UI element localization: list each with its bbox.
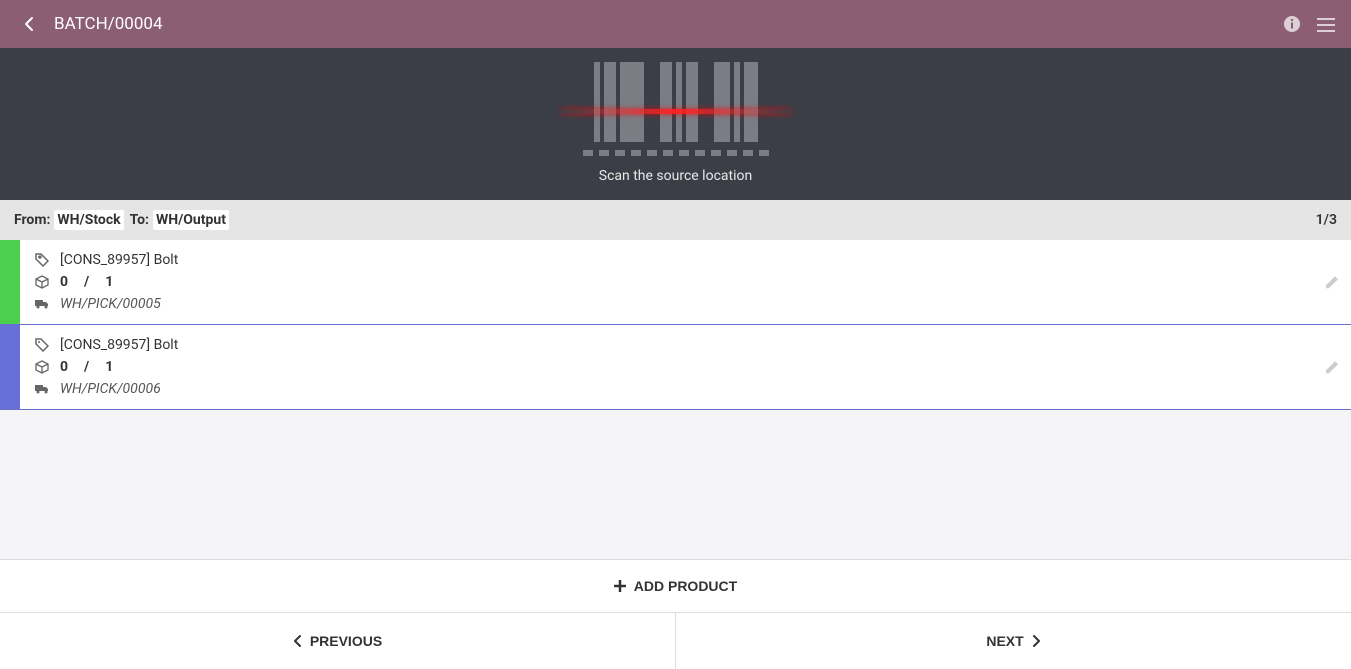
next-button[interactable]: NEXT bbox=[676, 613, 1351, 669]
item-pick-ref: WH/PICK/00006 bbox=[60, 381, 161, 397]
list-item[interactable]: [CONS_89957] Bolt 0 / 1 WH/PICK/00005 bbox=[0, 240, 1351, 325]
menu-button[interactable] bbox=[1317, 16, 1335, 31]
hamburger-icon bbox=[1317, 18, 1335, 32]
chevron-right-icon bbox=[1032, 634, 1041, 648]
edit-item-button[interactable] bbox=[1325, 359, 1339, 374]
to-value: WH/Output bbox=[153, 210, 229, 230]
info-icon bbox=[1283, 15, 1301, 33]
pencil-icon bbox=[1325, 276, 1339, 290]
page-counter: 1/3 bbox=[1316, 212, 1337, 228]
qty-separator: / bbox=[84, 274, 89, 290]
add-product-button[interactable]: ADD PRODUCT bbox=[0, 560, 1351, 613]
page-total: 3 bbox=[1329, 212, 1337, 228]
barcode-graphic bbox=[576, 62, 776, 152]
item-color-indicator bbox=[0, 325, 20, 409]
tag-icon bbox=[34, 253, 50, 267]
page-title: BATCH/00004 bbox=[54, 14, 1283, 34]
truck-icon bbox=[34, 383, 50, 395]
from-label: From: bbox=[14, 212, 50, 228]
app-header: BATCH/00004 bbox=[0, 0, 1351, 48]
previous-label: PREVIOUS bbox=[310, 633, 382, 649]
add-product-label: ADD PRODUCT bbox=[634, 578, 737, 594]
chevron-left-icon bbox=[293, 634, 302, 648]
item-color-indicator bbox=[0, 240, 20, 324]
item-product: [CONS_89957] Bolt bbox=[60, 252, 178, 268]
bottom-bar: ADD PRODUCT PREVIOUS NEXT bbox=[0, 559, 1351, 669]
item-qty-total: 1 bbox=[105, 359, 113, 375]
item-content: [CONS_89957] Bolt 0 / 1 WH/PICK/00006 bbox=[20, 325, 1351, 409]
next-label: NEXT bbox=[986, 633, 1023, 649]
item-qty-done: 0 bbox=[60, 359, 68, 375]
item-content: [CONS_89957] Bolt 0 / 1 WH/PICK/00005 bbox=[20, 240, 1351, 324]
qty-separator: / bbox=[84, 359, 89, 375]
page-current: 1 bbox=[1316, 212, 1324, 228]
scan-instruction: Scan the source location bbox=[599, 168, 752, 184]
header-actions bbox=[1283, 15, 1335, 33]
scan-line bbox=[561, 109, 791, 114]
pencil-icon bbox=[1325, 361, 1339, 375]
edit-item-button[interactable] bbox=[1325, 274, 1339, 289]
items-list: [CONS_89957] Bolt 0 / 1 WH/PICK/00005 bbox=[0, 240, 1351, 559]
back-button[interactable] bbox=[16, 12, 42, 36]
chevron-left-icon bbox=[24, 16, 34, 32]
scanner-panel: Scan the source location bbox=[0, 48, 1351, 200]
nav-buttons: PREVIOUS NEXT bbox=[0, 613, 1351, 669]
package-icon bbox=[34, 360, 50, 374]
truck-icon bbox=[34, 298, 50, 310]
list-item[interactable]: [CONS_89957] Bolt 0 / 1 WH/PICK/00006 bbox=[0, 325, 1351, 410]
tag-icon bbox=[34, 338, 50, 352]
location-bar: From: WH/Stock To: WH/Output 1/3 bbox=[0, 200, 1351, 240]
plus-icon bbox=[614, 580, 626, 592]
info-button[interactable] bbox=[1283, 15, 1301, 33]
previous-button[interactable]: PREVIOUS bbox=[0, 613, 676, 669]
from-value: WH/Stock bbox=[54, 210, 123, 230]
item-qty-done: 0 bbox=[60, 274, 68, 290]
item-qty-total: 1 bbox=[105, 274, 113, 290]
to-label: To: bbox=[130, 212, 149, 228]
item-product: [CONS_89957] Bolt bbox=[60, 337, 178, 353]
package-icon bbox=[34, 275, 50, 289]
item-pick-ref: WH/PICK/00005 bbox=[60, 296, 161, 312]
